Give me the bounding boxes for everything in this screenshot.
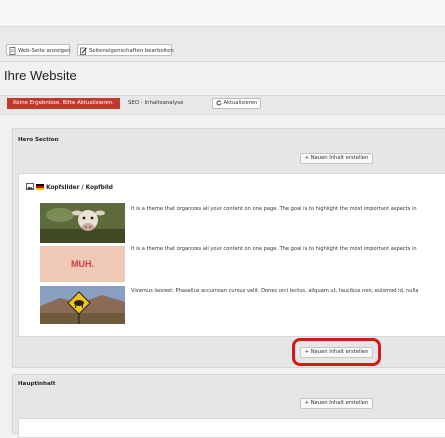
edit-icon [80, 47, 87, 55]
status-badge: Keine Ergebnisse. Bitte Aktualisieren. [7, 98, 120, 109]
hero-section-title: Hero Section [18, 137, 59, 143]
image-icon [26, 183, 34, 192]
view-website-button[interactable]: Web-Seite anzeigen [6, 44, 71, 56]
view-website-label: Web-Seite anzeigen [18, 48, 71, 54]
slide-2-text: It is a theme that organizes all your co… [131, 246, 417, 252]
cow-crossing-sign-photo [40, 286, 125, 324]
page-title: Ihre Website [4, 68, 77, 83]
content-card-title: Kopfslider / Kopfbild [46, 185, 113, 191]
refresh-button[interactable]: Aktualisieren [212, 98, 261, 109]
main-content-title: Hauptinhalt [18, 381, 56, 387]
edit-page-properties-button[interactable]: Seiteneigenschaften bearbeiten [77, 44, 174, 56]
document-icon [9, 46, 16, 55]
hero-new-content-button[interactable]: + Neuen Inhalt erstellen [300, 153, 373, 164]
german-flag-icon [36, 183, 45, 192]
seo-analysis-label: SEO - Inhaltsanalyse [128, 100, 184, 106]
cow-photo [40, 203, 125, 243]
top-bar [0, 0, 445, 27]
main-new-content-button[interactable]: + Neuen Inhalt erstellen [300, 398, 373, 409]
muh-tile: MUH. [40, 246, 125, 282]
content-card-header: Kopfslider / Kopfbild [26, 183, 113, 192]
slide-3-text: Vivamus laoreet. Phasellus accumsan curs… [131, 288, 419, 294]
edit-page-properties-label: Seiteneigenschaften bearbeiten [89, 48, 174, 54]
muh-text: MUH. [71, 259, 94, 269]
annotation-highlight [292, 338, 381, 366]
slide-1-text: It is a theme that organizes all your co… [131, 206, 417, 212]
main-content-card [18, 418, 445, 438]
refresh-label: Aktualisieren [223, 100, 258, 106]
